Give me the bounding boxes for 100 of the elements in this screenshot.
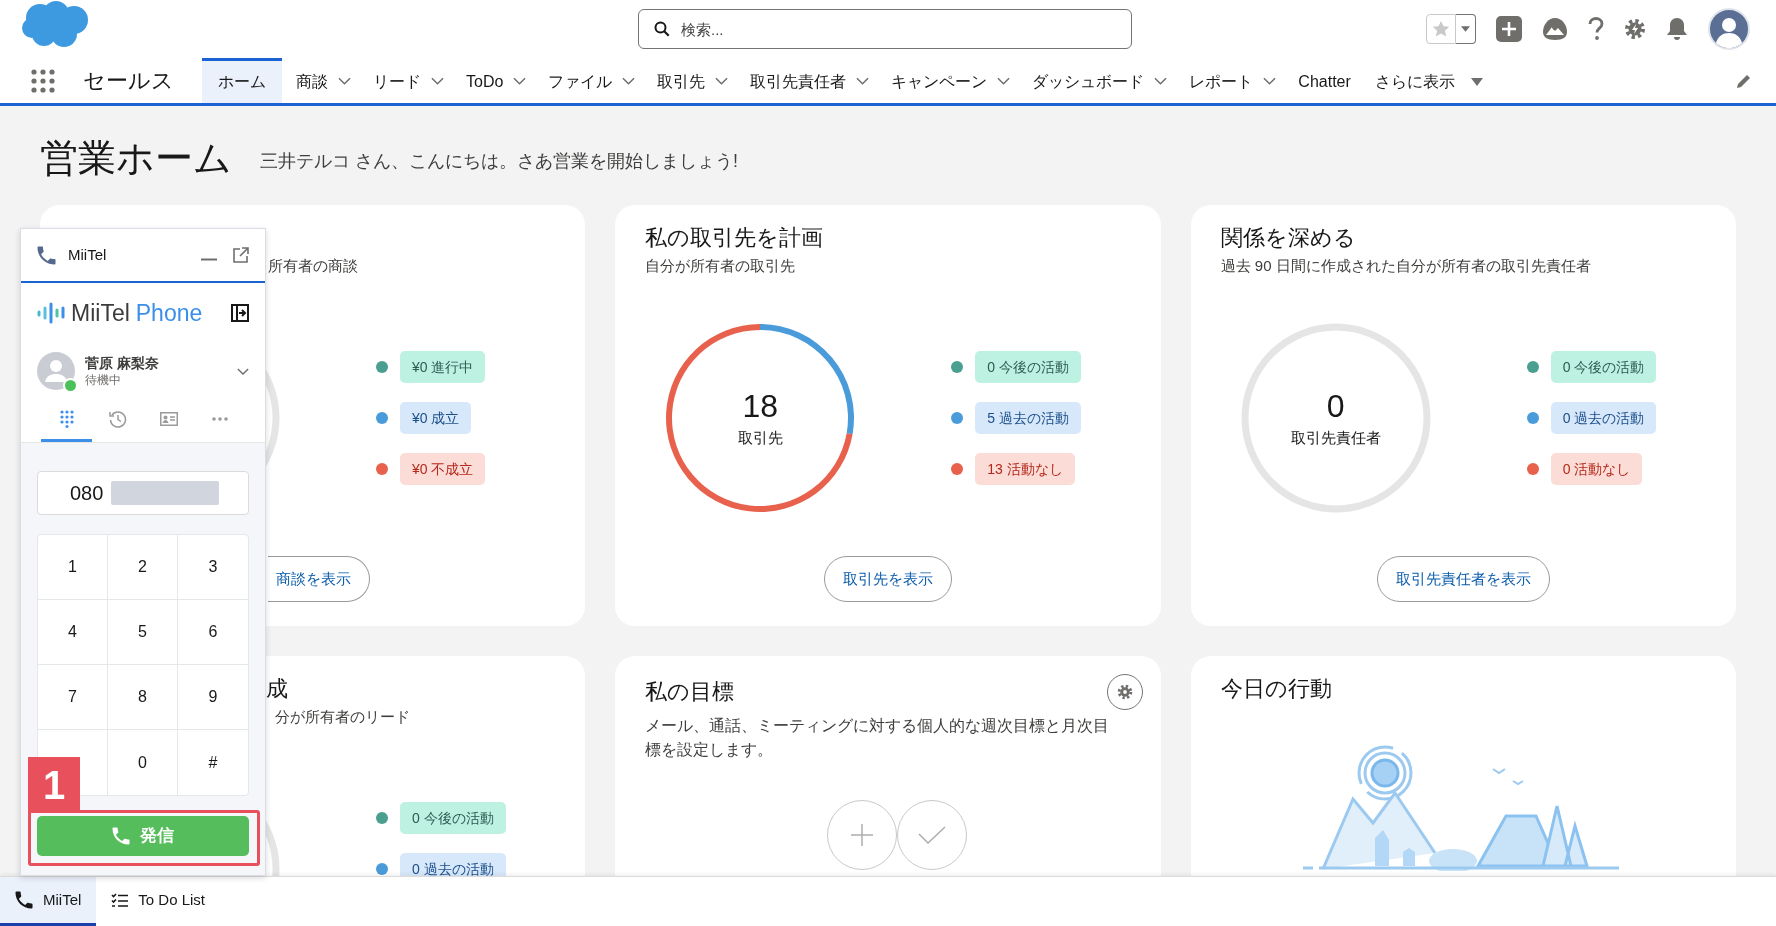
utility-tab[interactable]: To Do List bbox=[96, 877, 221, 926]
chevron-icon[interactable] bbox=[622, 76, 636, 85]
nav-tab[interactable]: Chatter bbox=[1284, 58, 1361, 103]
donut-value: 0 bbox=[1326, 386, 1345, 425]
view-button[interactable]: 商談を表示 bbox=[268, 556, 370, 602]
nav-tab[interactable]: ホーム bbox=[202, 58, 282, 103]
caret-icon bbox=[1470, 78, 1483, 86]
panel-title: MiiTel bbox=[68, 244, 107, 265]
minimize-icon[interactable] bbox=[201, 257, 217, 261]
nav-tab[interactable]: レポート bbox=[1175, 58, 1264, 103]
legend-badge: 0 今後の活動 bbox=[400, 802, 506, 834]
card-subtitle: 所有者の商談 bbox=[268, 256, 358, 276]
dialpad-icon bbox=[59, 410, 74, 428]
chevron-icon[interactable] bbox=[1263, 76, 1277, 85]
settings-icon[interactable] bbox=[1624, 18, 1646, 40]
bell-icon[interactable] bbox=[1666, 17, 1688, 41]
card-title: 私の取引先を計画 bbox=[645, 224, 825, 252]
phone-icon bbox=[37, 245, 56, 265]
dial-key[interactable]: 3 bbox=[178, 535, 248, 600]
donut-label: 取引先 bbox=[737, 427, 783, 448]
card-title: 関係を深める bbox=[1220, 224, 1357, 252]
avatar bbox=[37, 352, 75, 390]
favorites-menu-button[interactable] bbox=[1456, 14, 1476, 44]
card-title: 成 bbox=[266, 675, 288, 703]
chevron-icon[interactable] bbox=[338, 76, 351, 85]
star-icon bbox=[1432, 20, 1450, 38]
dial-key[interactable]: 2 bbox=[108, 535, 178, 600]
dial-key[interactable]: 1 bbox=[38, 535, 108, 600]
phone-icon bbox=[15, 891, 33, 909]
contact-card-icon bbox=[159, 412, 178, 426]
legend-badge: ¥0 進行中 bbox=[400, 351, 486, 383]
help-icon[interactable] bbox=[1588, 17, 1604, 41]
checklist-icon bbox=[111, 892, 129, 908]
dial-key[interactable]: 8 bbox=[108, 665, 178, 730]
search-icon bbox=[654, 21, 670, 37]
chevron-icon[interactable] bbox=[715, 76, 729, 85]
donut-label: 取引先責任者 bbox=[1290, 427, 1381, 448]
nav-tab[interactable]: 取引先責任者 bbox=[736, 58, 857, 103]
phone-icon bbox=[112, 827, 130, 845]
chevron-icon[interactable] bbox=[513, 76, 527, 85]
card-title: 今日の行動 bbox=[1220, 675, 1333, 703]
nav-tab[interactable]: 取引先 bbox=[643, 58, 716, 103]
popout-icon[interactable] bbox=[233, 247, 249, 263]
card-subtitle: 自分が所有者の取引先 bbox=[645, 256, 797, 276]
brand-suffix: Phone bbox=[135, 298, 203, 328]
app-launcher-icon[interactable] bbox=[31, 68, 55, 93]
more-icon bbox=[211, 417, 228, 421]
card-title: 私の目標 bbox=[645, 678, 735, 706]
step-badge: 1 bbox=[28, 757, 80, 812]
nav-tab[interactable]: 商談 bbox=[282, 58, 338, 103]
app-name: セールス bbox=[83, 67, 174, 95]
check-icon bbox=[918, 826, 946, 844]
card-subtitle: 過去 90 日間に作成された自分が所有者の取引先責任者 bbox=[1220, 256, 1592, 276]
legend-badge: 0 活動なし bbox=[1550, 453, 1643, 485]
dial-key[interactable]: # bbox=[178, 730, 248, 795]
nav-tab[interactable]: ダッシュボード bbox=[1018, 58, 1155, 103]
legend-badge: 0 過去の活動 bbox=[400, 853, 506, 876]
avatar[interactable] bbox=[1708, 8, 1750, 50]
page-title: 営業ホーム bbox=[40, 136, 232, 181]
dial-key[interactable]: 4 bbox=[38, 600, 108, 665]
user-status: 待機中 bbox=[85, 372, 122, 388]
donut-value: 18 bbox=[742, 386, 779, 425]
dial-key[interactable]: 9 bbox=[178, 665, 248, 730]
nav-tab[interactable]: キャンペーン bbox=[877, 58, 998, 103]
plus-icon[interactable] bbox=[1496, 16, 1522, 42]
chevron-icon[interactable] bbox=[997, 76, 1011, 85]
view-button[interactable]: 取引先を表示 bbox=[824, 556, 952, 602]
user-name: 菅原 麻梨奈 bbox=[85, 354, 159, 372]
card-subtitle: 分が所有者のリード bbox=[275, 707, 410, 727]
dial-key[interactable]: 0 bbox=[108, 730, 178, 795]
legend-badge: 0 今後の活動 bbox=[975, 351, 1081, 383]
chevron-icon[interactable] bbox=[237, 367, 249, 375]
chevron-icon[interactable] bbox=[431, 76, 444, 85]
dial-key[interactable]: 6 bbox=[178, 600, 248, 665]
sound-bars-icon bbox=[37, 302, 65, 324]
search-field[interactable]: 検索... bbox=[638, 9, 1132, 49]
view-button[interactable]: 取引先責任者を表示 bbox=[1376, 556, 1550, 602]
cloud-logo[interactable] bbox=[20, 0, 91, 50]
nav-tab[interactable]: ToDo bbox=[452, 58, 514, 103]
legend-badge: ¥0 不成立 bbox=[400, 453, 486, 485]
mountain-icon[interactable] bbox=[1542, 17, 1568, 41]
legend-badge: 13 活動なし bbox=[975, 453, 1075, 485]
nav-tab[interactable]: リード bbox=[359, 58, 431, 103]
nav-tab[interactable]: ファイル bbox=[534, 58, 623, 103]
pencil-icon[interactable] bbox=[1736, 72, 1752, 89]
legend-badge: ¥0 成立 bbox=[400, 402, 472, 434]
dial-key[interactable]: 7 bbox=[38, 665, 108, 730]
plus-icon bbox=[850, 823, 874, 847]
utility-tab[interactable]: MiiTel bbox=[0, 877, 97, 926]
dial-key[interactable]: 5 bbox=[108, 600, 178, 665]
settings-icon bbox=[1116, 684, 1133, 700]
greeting-text: 三井テルコ さん、こんにちは。さあ営業を開始しましょう! bbox=[260, 149, 738, 173]
chevron-icon[interactable] bbox=[856, 76, 870, 85]
caret-icon bbox=[1461, 26, 1470, 32]
history-icon bbox=[108, 410, 127, 428]
nav-tab[interactable]: さらに表示 bbox=[1360, 58, 1493, 103]
sign-out-icon[interactable] bbox=[231, 304, 249, 322]
chevron-icon[interactable] bbox=[1154, 76, 1168, 85]
card-description: メール、通話、ミーティングに対する個人的な週次目標と月次目標を設定します。 bbox=[645, 716, 1111, 760]
legend-badge: 0 今後の活動 bbox=[1550, 351, 1657, 383]
